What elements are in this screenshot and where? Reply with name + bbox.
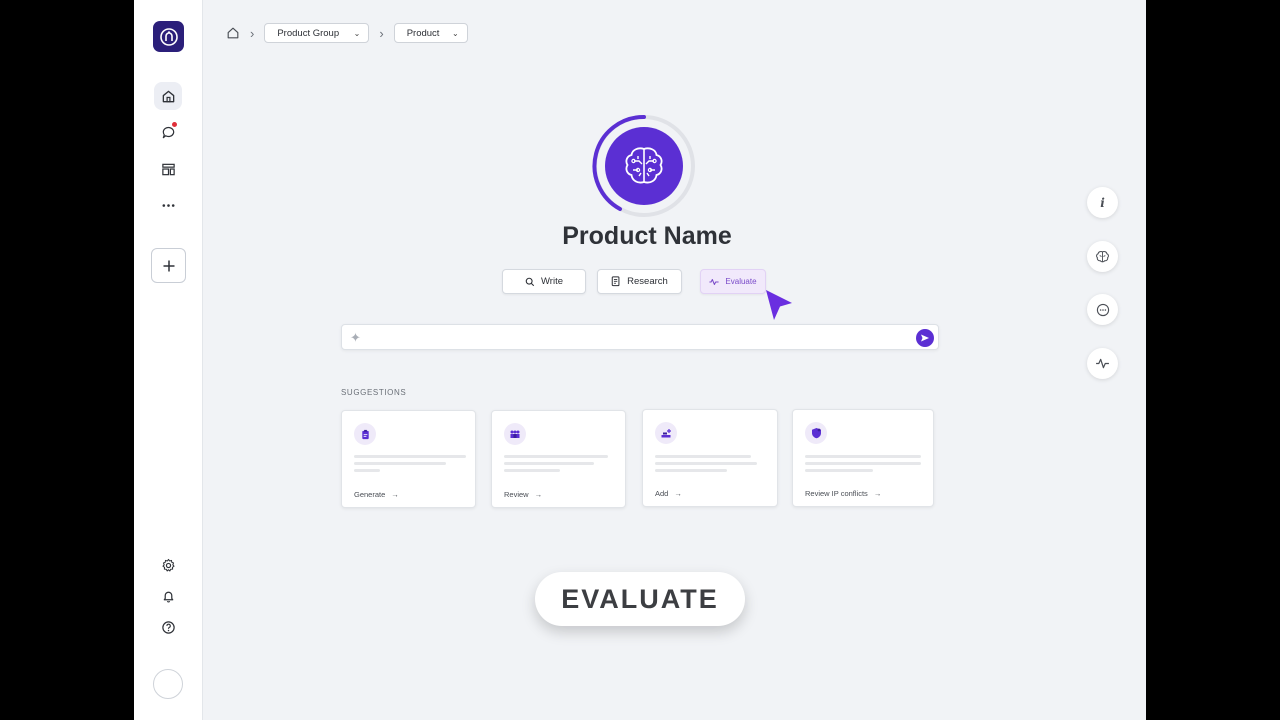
avatar[interactable] bbox=[153, 669, 183, 699]
suggestion-card[interactable]: Review → bbox=[491, 410, 626, 508]
brain-outline-icon bbox=[1096, 250, 1109, 263]
chevron-down-icon: ⌄ bbox=[451, 28, 459, 38]
generate-link[interactable]: Generate → bbox=[354, 490, 399, 499]
sparkle-icon: ✦ bbox=[350, 330, 361, 345]
add-link[interactable]: Add → bbox=[655, 489, 682, 498]
search-icon bbox=[525, 277, 535, 286]
chevron-right-icon: › bbox=[379, 25, 384, 41]
plus-icon bbox=[163, 260, 174, 271]
pulse-icon bbox=[709, 278, 720, 285]
sidebar-item-home[interactable] bbox=[154, 82, 182, 110]
chat-bubble-icon bbox=[1096, 303, 1109, 316]
arrow-right-icon: → bbox=[391, 490, 399, 499]
breadcrumb: › Product Group ⌄ › Product ⌄ bbox=[226, 23, 468, 43]
review-link[interactable]: Review → bbox=[504, 490, 542, 499]
activity-button[interactable] bbox=[1087, 348, 1118, 379]
arrow-right-icon: → bbox=[873, 489, 882, 498]
chevron-down-icon: ⌄ bbox=[353, 28, 361, 38]
notification-badge bbox=[171, 121, 178, 128]
sidebar-item-chat[interactable] bbox=[154, 118, 182, 146]
suggestion-card[interactable]: Generate → bbox=[341, 410, 476, 508]
brain-icon bbox=[625, 147, 663, 184]
gear-icon bbox=[161, 558, 175, 571]
evaluate-label: Evaluate bbox=[725, 277, 757, 286]
layout-icon bbox=[161, 163, 175, 175]
page-title: Product Name bbox=[562, 222, 732, 250]
evaluate-caption: EVALUATE bbox=[535, 572, 745, 626]
app-frame: › Product Group ⌄ › Product ⌄ Product Na… bbox=[134, 0, 1146, 720]
send-icon bbox=[921, 334, 929, 342]
product-avatar bbox=[590, 112, 698, 220]
arrow-right-icon: → bbox=[674, 489, 682, 498]
info-icon: i bbox=[1100, 195, 1105, 210]
home-icon[interactable] bbox=[226, 26, 240, 40]
product-group-select[interactable]: Product Group ⌄ bbox=[264, 23, 370, 43]
add-button[interactable] bbox=[151, 248, 186, 283]
help-icon bbox=[161, 620, 175, 634]
chevron-right-icon: › bbox=[250, 25, 255, 41]
research-label: Research bbox=[627, 276, 668, 287]
suggestion-card[interactable]: Add → bbox=[642, 409, 778, 507]
write-button[interactable]: Write bbox=[502, 269, 586, 294]
research-button[interactable]: Research bbox=[597, 269, 682, 294]
write-label: Write bbox=[541, 276, 563, 287]
product-group-label: Product Group bbox=[277, 27, 340, 39]
send-button[interactable] bbox=[916, 329, 934, 347]
app-logo[interactable] bbox=[153, 21, 184, 52]
brain-badge bbox=[605, 127, 683, 205]
logo-icon bbox=[159, 27, 178, 46]
brain-button[interactable] bbox=[1087, 241, 1118, 272]
suggestion-card[interactable]: Review IP conflicts → bbox=[792, 409, 934, 507]
comments-button[interactable] bbox=[1087, 294, 1118, 325]
pointer-cursor-icon bbox=[766, 290, 792, 320]
sidebar-item-more[interactable] bbox=[154, 191, 182, 219]
sidebar-item-settings[interactable] bbox=[154, 551, 182, 579]
sidebar bbox=[134, 0, 203, 720]
prompt-box: ✦ bbox=[341, 324, 939, 350]
sidebar-item-layout[interactable] bbox=[154, 155, 182, 183]
evaluate-button[interactable]: Evaluate bbox=[700, 269, 766, 294]
document-icon bbox=[611, 276, 620, 287]
clipboard-icon bbox=[354, 423, 376, 445]
bell-icon bbox=[163, 591, 173, 602]
product-label: Product bbox=[406, 27, 440, 39]
product-select[interactable]: Product ⌄ bbox=[393, 23, 468, 43]
suggestions-title: SUGGESTIONS bbox=[341, 388, 407, 397]
info-button[interactable]: i bbox=[1087, 187, 1118, 218]
shield-icon bbox=[805, 422, 827, 444]
team-icon bbox=[504, 423, 526, 445]
home-icon bbox=[162, 90, 174, 102]
arrow-right-icon: → bbox=[534, 490, 543, 499]
pulse-icon bbox=[1096, 358, 1109, 369]
sidebar-item-help[interactable] bbox=[154, 613, 182, 641]
more-icon bbox=[162, 203, 174, 207]
stack-add-icon bbox=[655, 422, 677, 444]
sidebar-item-notifications[interactable] bbox=[154, 582, 182, 610]
prompt-input[interactable] bbox=[372, 329, 912, 347]
review-ip-conflicts-link[interactable]: Review IP conflicts → bbox=[805, 489, 881, 498]
